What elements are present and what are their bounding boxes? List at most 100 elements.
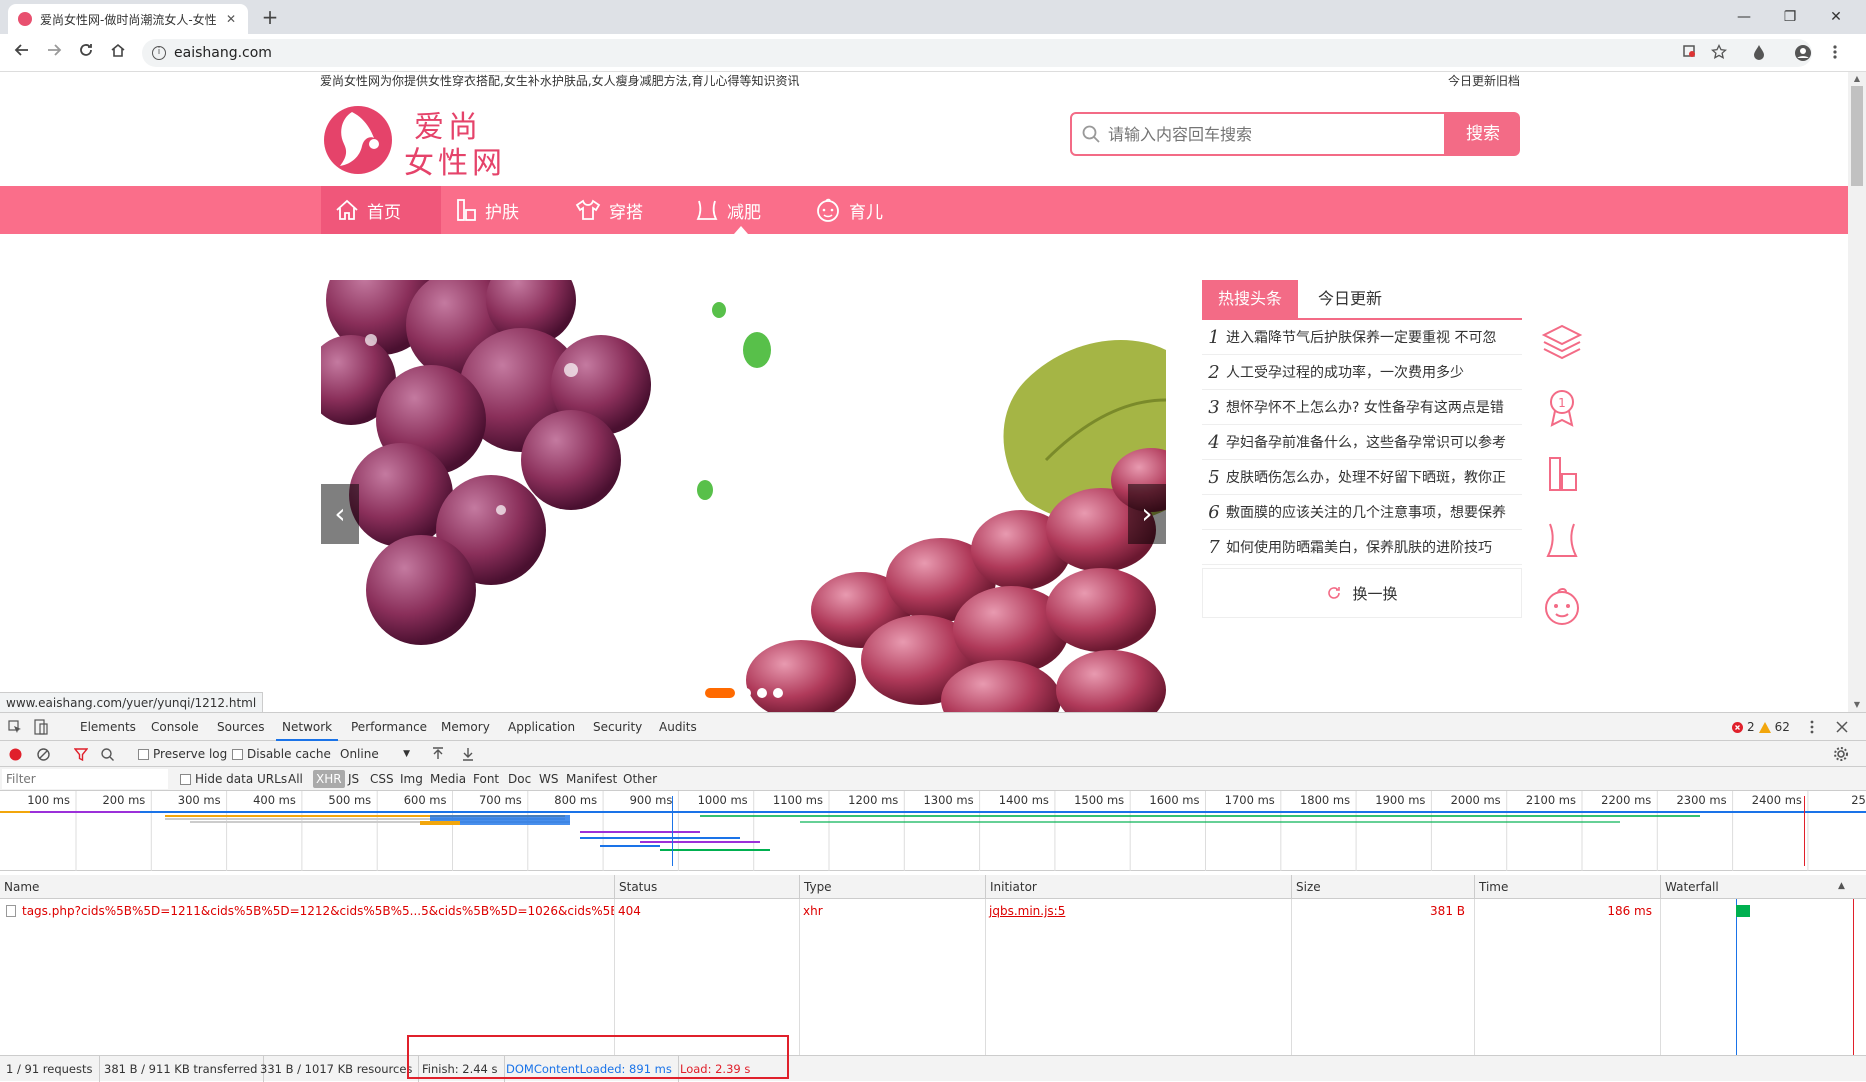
carousel-dot[interactable] (773, 688, 783, 698)
table-row[interactable]: tags.php?cids%5B%5D=1211&cids%5B%5D=1212… (0, 899, 1856, 923)
filter-type-all[interactable]: All (285, 770, 306, 788)
chrome-menu-icon[interactable] (1826, 44, 1844, 62)
extension-drop-icon[interactable] (1750, 44, 1768, 62)
hide-data-urls-option[interactable]: Hide data URLs (180, 767, 287, 791)
hot-list-item[interactable]: 6 敷面膜的应该关注的几个注意事项，想要保养 (1202, 495, 1522, 530)
filter-type-media[interactable]: Media (427, 770, 469, 788)
filter-type-doc[interactable]: Doc (505, 770, 534, 788)
device-toolbar-icon[interactable] (34, 719, 48, 735)
bookmark-star-icon[interactable] (1710, 43, 1728, 62)
nav-item-home[interactable]: 首页 (321, 186, 441, 234)
body-waist-icon[interactable] (1540, 518, 1584, 562)
devtools-tab-application[interactable]: Application (502, 713, 581, 741)
column-header-initiator[interactable]: Initiator (985, 875, 1291, 899)
home-button[interactable] (106, 41, 130, 65)
scroll-up-icon[interactable]: ▲ (1848, 72, 1866, 86)
devtools-tab-memory[interactable]: Memory (435, 713, 496, 741)
new-tab-button[interactable]: + (258, 6, 282, 30)
filter-type-manifest[interactable]: Manifest (563, 770, 620, 788)
devtools-tab-audits[interactable]: Audits (653, 713, 703, 741)
scrollbar-thumb[interactable] (1851, 86, 1863, 186)
filter-type-img[interactable]: Img (397, 770, 426, 788)
network-overview-timeline[interactable]: 100 ms 200 ms 300 ms 400 ms 500 ms 600 ms 700 … (0, 791, 1866, 871)
search-input[interactable] (1108, 124, 1428, 144)
tab-today-updates[interactable]: 今日更新 (1302, 280, 1398, 318)
devtools-tab-performance[interactable]: Performance (345, 713, 433, 741)
tab-hot-headlines[interactable]: 热搜头条 (1202, 280, 1299, 318)
column-header-type[interactable]: Type (799, 875, 985, 899)
preserve-log-option[interactable]: Preserve log (138, 741, 227, 767)
devtools-menu-icon[interactable] (1810, 720, 1814, 734)
request-initiator-link[interactable]: jqbs.min.js:5 (985, 899, 1291, 923)
address-bar[interactable]: i eaishang.com (142, 39, 1812, 67)
carousel-prev-button[interactable]: ‹ (321, 484, 359, 544)
medal-icon[interactable]: 1 (1540, 386, 1584, 430)
column-header-status[interactable]: Status (614, 875, 799, 899)
hide-data-urls-checkbox[interactable] (180, 773, 191, 785)
hot-list-item[interactable]: 5 皮肤晒伤怎么办，处理不好留下晒斑，教你正 (1202, 460, 1522, 495)
network-filter-input[interactable] (2, 769, 168, 789)
waterfall-bar[interactable] (1736, 905, 1750, 917)
gear-icon[interactable] (1834, 747, 1848, 761)
column-header-time[interactable]: Time (1474, 875, 1660, 899)
skincare-bottle-icon[interactable] (1540, 452, 1584, 496)
hot-list-item[interactable]: 3 想怀孕怀不上怎么办? 女性备孕有这两点是错 (1202, 390, 1522, 425)
filter-type-css[interactable]: CSS (367, 770, 397, 788)
nav-item-skincare[interactable]: 护肤 (441, 186, 533, 234)
tab-close-icon[interactable]: ✕ (224, 12, 238, 26)
filter-type-ws[interactable]: WS (536, 770, 561, 788)
refresh-list-button[interactable]: 换一换 (1202, 568, 1522, 618)
request-name[interactable]: tags.php?cids%5B%5D=1211&cids%5B%5D=1212… (18, 899, 614, 923)
devtools-tab-security[interactable]: Security (587, 713, 648, 741)
carousel-dot[interactable] (705, 688, 735, 698)
filter-type-js[interactable]: JS (345, 770, 362, 788)
reload-button[interactable] (74, 41, 98, 65)
banner-carousel[interactable]: ‹ › (321, 280, 1166, 712)
console-counts[interactable]: 2 62 (1732, 713, 1790, 741)
scroll-down-icon[interactable]: ▼ (1848, 698, 1866, 712)
forward-button[interactable] (42, 41, 66, 65)
nav-item-slimming[interactable]: 减肥 (681, 186, 775, 234)
baby-face-icon[interactable] (1540, 584, 1584, 628)
inspect-element-icon[interactable] (8, 720, 22, 734)
clear-icon[interactable] (37, 748, 50, 761)
carousel-dot[interactable] (757, 688, 767, 698)
devtools-tab-console[interactable]: Console (145, 713, 205, 741)
filter-icon[interactable] (74, 748, 88, 761)
top-right-link[interactable]: 今日更新旧档 (1448, 72, 1520, 89)
export-har-icon[interactable] (462, 747, 474, 761)
filter-type-other[interactable]: Other (620, 770, 660, 788)
hot-list-item[interactable]: 7 如何使用防晒霜美白，保养肌肤的进阶技巧 (1202, 530, 1522, 565)
page-scrollbar[interactable]: ▲ ▼ (1848, 72, 1866, 712)
carousel-next-button[interactable]: › (1128, 484, 1166, 544)
column-header-waterfall[interactable]: Waterfall (1660, 875, 1856, 899)
column-header-size[interactable]: Size (1291, 875, 1474, 899)
layers-icon[interactable] (1540, 320, 1584, 364)
maximize-button[interactable]: ❐ (1770, 4, 1810, 30)
sort-ascending-icon[interactable]: ▲ (1838, 881, 1845, 891)
filter-type-xhr[interactable]: XHR (313, 770, 345, 788)
close-devtools-icon[interactable] (1836, 721, 1848, 733)
hot-list-item[interactable]: 1 进入霜降节气后护肤保养一定要重视 不可忽 (1202, 320, 1522, 355)
nav-item-parenting[interactable]: 育儿 (801, 186, 897, 234)
hot-list-item[interactable]: 4 孕妇备孕前准备什么，这些备孕常识可以参考 (1202, 425, 1522, 460)
close-window-button[interactable]: ✕ (1816, 4, 1856, 30)
blocked-popup-icon[interactable] (1680, 44, 1698, 62)
search-icon[interactable] (101, 748, 114, 761)
nav-item-outfit[interactable]: 穿搭 (561, 186, 657, 234)
import-har-icon[interactable] (432, 747, 444, 761)
site-search-box[interactable] (1070, 112, 1446, 156)
devtools-tab-sources[interactable]: Sources (211, 713, 270, 741)
profile-avatar-icon[interactable] (1794, 44, 1812, 62)
back-button[interactable] (10, 41, 34, 65)
disable-cache-option[interactable]: Disable cache (232, 741, 331, 767)
devtools-tab-network[interactable]: Network (276, 713, 339, 741)
site-info-icon[interactable]: i (152, 46, 166, 60)
site-logo[interactable]: 爱尚 女性网 (322, 100, 522, 181)
devtools-tab-elements[interactable]: Elements (74, 713, 142, 741)
minimize-button[interactable]: — (1724, 4, 1764, 30)
filter-type-font[interactable]: Font (470, 770, 502, 788)
record-icon[interactable] (9, 748, 22, 761)
carousel-dot[interactable] (741, 688, 751, 698)
browser-tab[interactable]: 爱尚女性网-做时尚潮流女人-女性 ✕ (8, 4, 248, 34)
